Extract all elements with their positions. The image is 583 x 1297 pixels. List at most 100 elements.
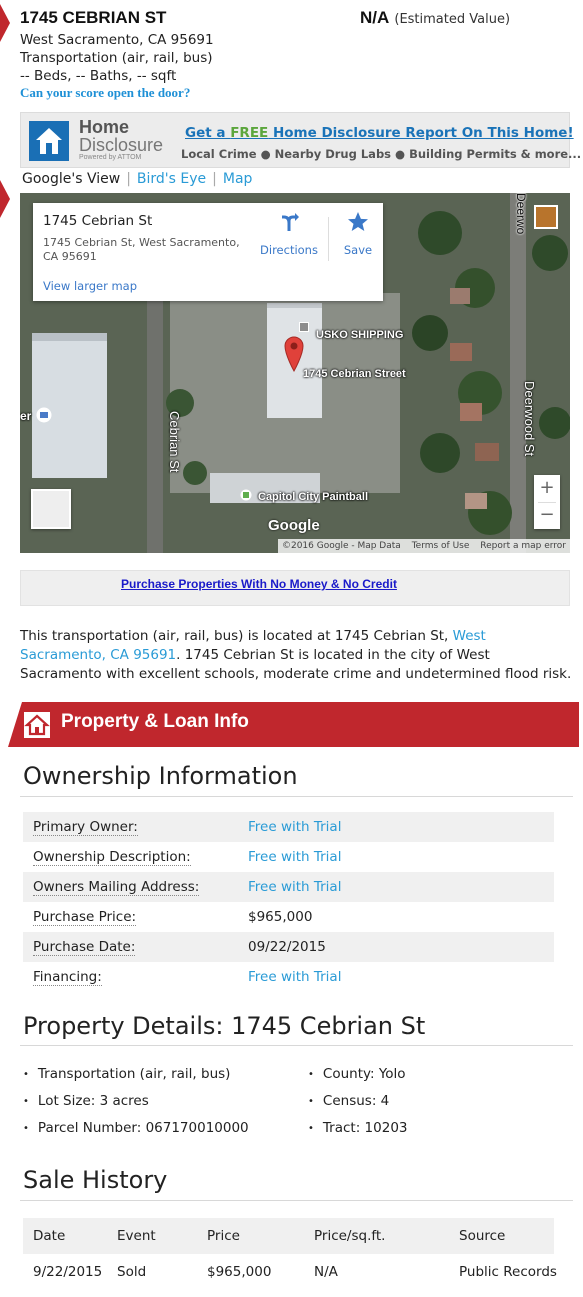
card-divider [328,217,329,261]
estimated-value-label: (Estimated Value) [394,12,511,27]
street-deerwood-top: Deerwo [514,193,528,235]
street-view-pegman-icon[interactable] [534,205,558,229]
usko-marker-icon[interactable] [299,322,309,332]
detail-item: County: Yolo [308,1066,406,1082]
street-cebrian: Cebrian St [167,411,182,473]
cell-source: Public Records [459,1264,557,1280]
ownership-key: Primary Owner: [33,819,138,836]
column-header-event: Event [117,1228,156,1244]
ownership-row: Purchase Price: $965,000 [23,902,554,932]
ownership-key: Purchase Date: [33,939,136,956]
tab-map[interactable]: Map [223,171,253,187]
description-pre: This transportation (air, rail, bus) is … [20,628,453,644]
terms-link[interactable]: Terms of Use [412,541,470,551]
ownership-key: Purchase Price: [33,909,137,926]
home-disclosure-headline[interactable]: Get a FREE Home Disclosure Report On Thi… [185,125,574,141]
save-button[interactable]: Save [338,211,378,257]
cell-date: 9/22/2015 [33,1264,103,1280]
detail-item: Lot Size: 3 acres [23,1093,149,1109]
headline-pre: Get a [185,125,231,141]
headline-free: FREE [230,125,269,141]
map-card-address: 1745 Cebrian St, West Sacramento, CA 956… [43,236,240,263]
label-usko-shipping: USKO SHIPPING [316,329,404,341]
estimated-value-amount: N/A [360,8,390,27]
zoom-out-button[interactable]: − [534,502,560,529]
ownership-rule [20,796,573,797]
label-left-cut: er [20,409,32,423]
purchase-properties-link[interactable]: Purchase Properties With No Money & No C… [121,577,397,591]
tab-separator: | [126,171,131,187]
edge-marker-top [0,4,10,42]
column-header-price: Price [207,1228,240,1244]
zoom-divider [538,502,556,503]
address-title: 1745 CEBRIAN ST [20,8,167,27]
label-pin-address: 1745 Cebrian Street [303,368,406,380]
sale-history-heading: Sale History [23,1166,168,1194]
satellite-map[interactable]: 1745 Cebrian St 1745 Cebrian St, West Sa… [20,193,570,553]
sale-history-header: Date Event Price Price/sq.ft. Source [23,1218,554,1254]
detail-item: Tract: 10203 [308,1120,408,1136]
ownership-row: Primary Owner: Free with Trial [23,812,554,842]
home-disclosure-banner[interactable]: Home Disclosure Powered by ATTOM Get a F… [20,112,581,168]
paintball-marker-icon[interactable] [240,489,252,501]
column-header-source: Source [459,1228,506,1244]
cell-price-sqft: N/A [314,1264,338,1280]
map-attribution: ©2016 Google - Map Data Terms of Use Rep… [277,539,570,553]
detail-item: Transportation (air, rail, bus) [23,1066,231,1082]
map-pin-icon[interactable] [283,335,305,373]
ownership-value[interactable]: Free with Trial [248,819,341,835]
report-error-link[interactable]: Report a map error [480,541,566,551]
ad-container: Purchase Properties With No Money & No C… [20,570,570,606]
property-type: Transportation (air, rail, bus) [20,50,213,66]
estimated-value: N/A (Estimated Value) [360,8,510,28]
logo-line1: Home [79,117,130,137]
property-specs: -- Beds, -- Baths, -- sqft [20,68,177,84]
directions-button[interactable]: Directions [259,211,319,257]
score-link[interactable]: Can your score open the door? [20,85,190,101]
sale-history-table: Date Event Price Price/sq.ft. Source 9/2… [23,1218,557,1290]
view-larger-map-link[interactable]: View larger map [43,279,137,293]
tab-google-view[interactable]: Google's View [22,171,120,187]
property-description: This transportation (air, rail, bus) is … [20,627,572,684]
map-card-title: 1745 Cebrian St [43,213,153,229]
ownership-key: Financing: [33,969,102,986]
table-row: 9/22/2015 Sold $965,000 N/A Public Recor… [23,1254,557,1290]
ownership-table: Primary Owner: Free with Trial Ownership… [23,812,554,992]
ownership-value[interactable]: Free with Trial [248,849,341,865]
tab-birds-eye[interactable]: Bird's Eye [137,171,206,187]
ownership-value: $965,000 [248,909,313,925]
home-disclosure-logo: Home Disclosure Powered by ATTOM [79,118,163,162]
headline-post: Home Disclosure Report On This Home! [268,125,574,141]
property-details-heading: Property Details: 1745 Cebrian St [23,1012,426,1040]
ownership-heading: Ownership Information [23,762,298,790]
ownership-key: Owners Mailing Address: [33,879,200,896]
ownership-row: Ownership Description: Free with Trial [23,842,554,872]
sale-history-rule [20,1200,573,1201]
property-loan-banner: Property & Loan Info [8,702,579,747]
cell-event: Sold [117,1264,147,1280]
ownership-value[interactable]: Free with Trial [248,969,341,985]
ownership-row: Owners Mailing Address: Free with Trial [23,872,554,902]
map-type-toggle[interactable] [31,489,71,529]
star-icon [348,212,368,231]
save-label: Save [343,243,373,257]
ownership-row: Purchase Date: 09/22/2015 [23,932,554,962]
poi-marker-icon[interactable] [36,407,52,423]
ownership-value[interactable]: Free with Trial [248,879,341,895]
tab-separator: | [212,171,217,187]
map-data-credit: ©2016 Google - Map Data [281,541,401,551]
map-view-tabs: Google's View | Bird's Eye | Map [22,171,252,187]
home-disclosure-logo-icon [29,121,69,161]
column-header-date: Date [33,1228,66,1244]
zoom-in-button[interactable]: + [534,475,560,502]
column-header-price-sqft: Price/sq.ft. [314,1228,386,1244]
label-paintball: Capitol City Paintball [258,491,369,503]
zoom-control: + − [534,475,560,529]
directions-label: Directions [260,243,318,257]
cell-price: $965,000 [207,1264,272,1280]
house-icon [24,712,50,738]
property-details-rule [20,1045,573,1046]
ownership-key: Ownership Description: [33,849,191,866]
logo-line3: Powered by ATTOM [79,154,142,161]
edge-marker-map [0,180,10,218]
